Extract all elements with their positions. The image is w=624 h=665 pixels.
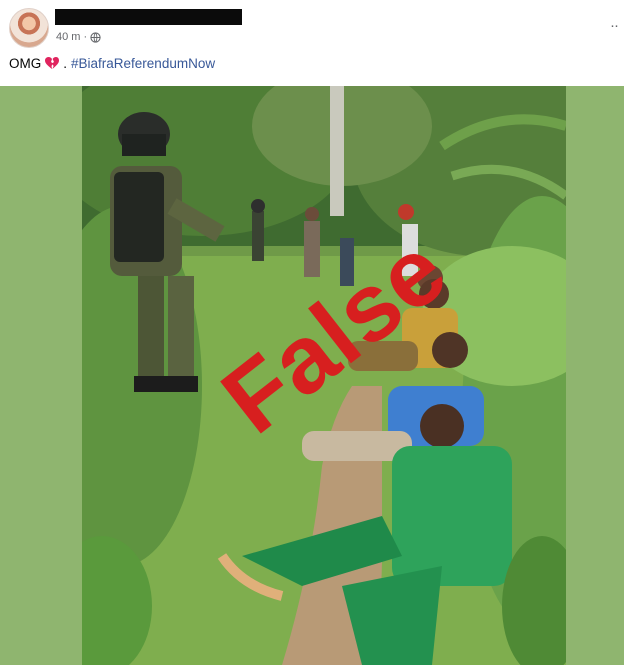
meta-separator: · xyxy=(83,31,88,43)
globe-icon xyxy=(90,31,101,43)
photo-scene xyxy=(82,86,566,665)
redacted-author-name xyxy=(55,9,242,25)
post-caption: OMG . #BiafraReferendumNow xyxy=(9,56,215,71)
caption-period: . xyxy=(63,56,68,71)
timestamp[interactable]: 40 m xyxy=(56,31,80,43)
post-meta: 40 m · xyxy=(56,31,101,43)
broken-heart-icon xyxy=(45,57,60,69)
post-photo[interactable]: False xyxy=(82,86,566,665)
avatar[interactable] xyxy=(9,8,49,48)
more-options-icon[interactable]: ·· xyxy=(610,18,619,33)
caption-text: OMG xyxy=(9,56,42,71)
photo-frame: False xyxy=(0,86,624,665)
hashtag-link[interactable]: #BiafraReferendumNow xyxy=(71,56,215,71)
post-header: 40 m · ·· xyxy=(0,0,624,50)
